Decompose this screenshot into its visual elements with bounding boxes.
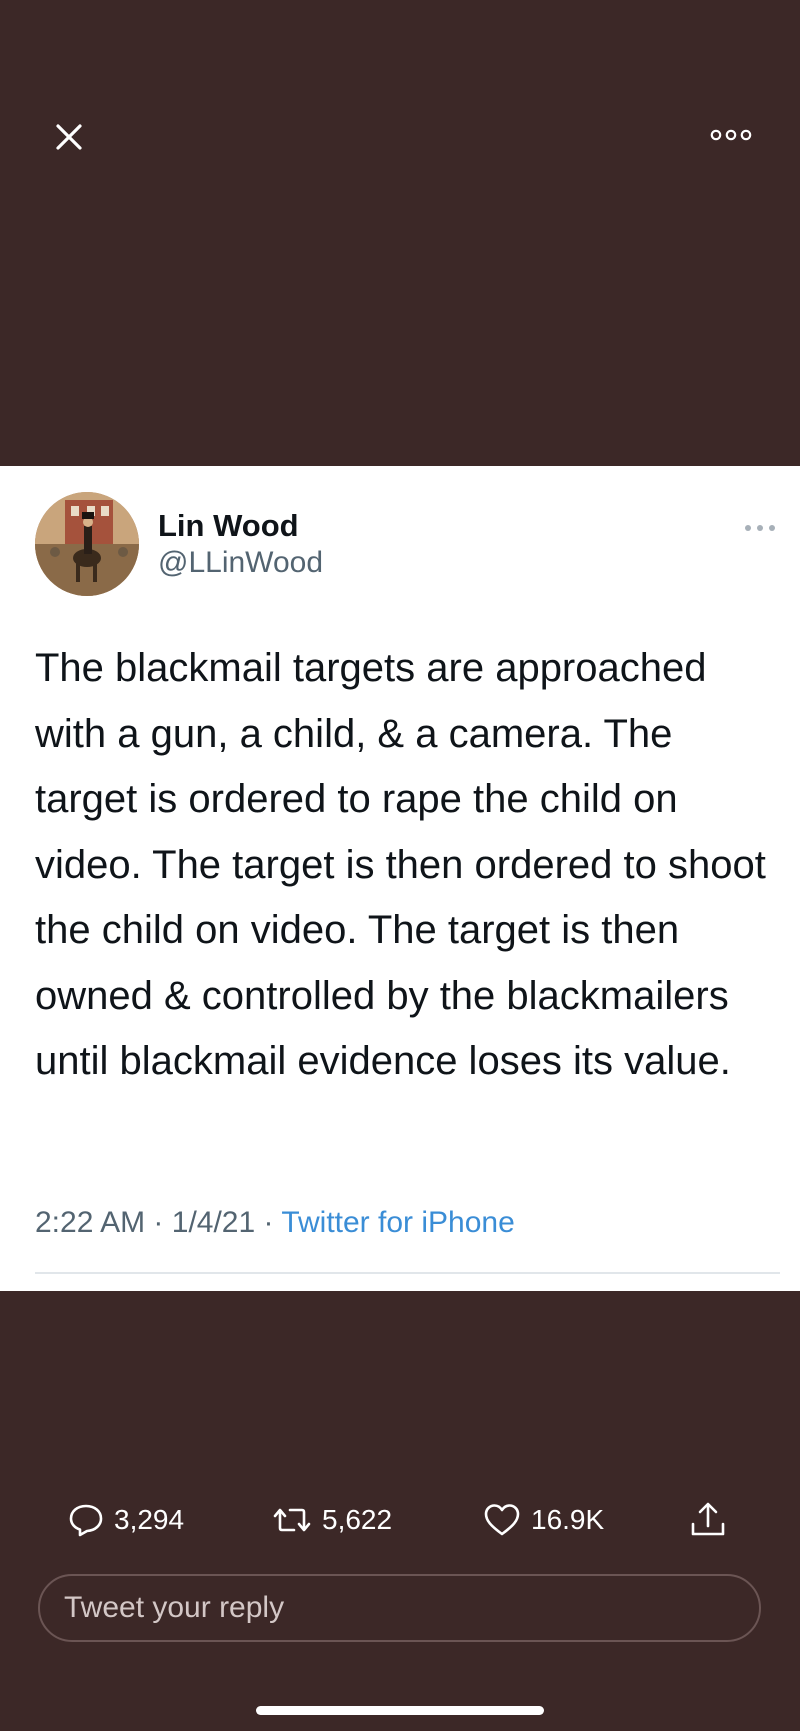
reply-button[interactable]: 3,294 — [68, 1495, 184, 1545]
meta-separator: · — [153, 1206, 164, 1239]
tweet-source-link[interactable]: Twitter for iPhone — [281, 1206, 514, 1239]
meta-separator: · — [263, 1206, 274, 1239]
divider — [35, 1272, 780, 1274]
home-indicator[interactable] — [256, 1706, 544, 1715]
reply-input[interactable]: Tweet your reply — [38, 1574, 761, 1642]
tweet-date: 1/4/21 — [171, 1206, 256, 1239]
avatar-image — [35, 492, 139, 596]
like-count: 16.9K — [531, 1504, 605, 1535]
tweet-more-button[interactable] — [742, 518, 778, 538]
retweet-count: 5,622 — [322, 1504, 393, 1535]
heart-icon — [484, 1504, 520, 1536]
retweet-icon — [273, 1508, 311, 1532]
like-button[interactable]: 16.9K — [483, 1495, 604, 1545]
share-button[interactable] — [688, 1495, 728, 1545]
author-name[interactable]: Lin Wood — [158, 508, 299, 544]
more-options-button[interactable] — [706, 120, 756, 150]
tweet-metadata: 2:22 AM · 1/4/21 · Twitter for iPhone — [35, 1206, 515, 1250]
author-handle[interactable]: @LLinWood — [158, 546, 323, 580]
share-icon — [691, 1502, 725, 1536]
tweet-text: The blackmail targets are approached wit… — [35, 646, 766, 1083]
close-icon — [56, 124, 82, 150]
reply-count: 3,294 — [114, 1504, 185, 1535]
tweet-time: 2:22 AM — [35, 1206, 146, 1239]
reply-placeholder: Tweet your reply — [64, 1591, 285, 1624]
close-button[interactable] — [46, 114, 92, 160]
more-options-icon — [745, 525, 775, 531]
reply-icon — [69, 1504, 103, 1537]
tweet-media-viewer: Lin Wood @LLinWood The blackmail targets… — [0, 0, 800, 1731]
tweet-card: Lin Wood @LLinWood The blackmail targets… — [0, 466, 800, 1291]
retweet-button[interactable]: 5,622 — [272, 1495, 392, 1545]
more-options-icon — [710, 129, 752, 141]
avatar[interactable] — [35, 492, 139, 596]
